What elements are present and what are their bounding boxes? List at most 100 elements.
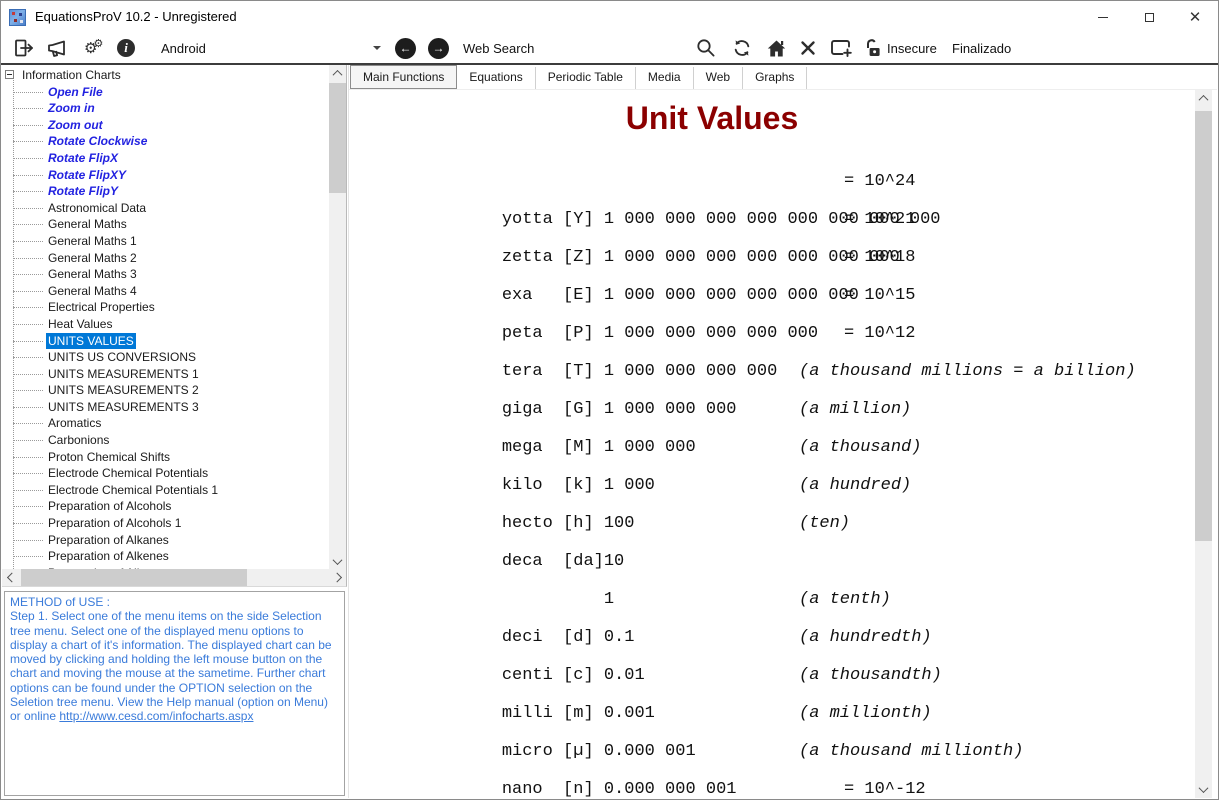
infocharts-link[interactable]: http://www.cesd.com/infocharts.aspx	[59, 709, 253, 723]
chevron-up-icon	[333, 70, 343, 80]
tree-item[interactable]: Aromatics	[2, 415, 329, 432]
tree-item[interactable]: Rotate FlipX	[2, 150, 329, 167]
tab[interactable]: Graphs	[743, 67, 807, 89]
settings-button[interactable]: ⚙⚙	[84, 37, 103, 59]
home-icon	[765, 37, 788, 60]
tree-rows: Information Charts Open File Zoom in Zoo…	[2, 65, 329, 569]
tree-root-item[interactable]: Information Charts	[2, 67, 329, 84]
tree-item[interactable]: Preparation of Alkanes	[2, 532, 329, 549]
scroll-down-button[interactable]	[1195, 781, 1212, 798]
tree-item[interactable]: Zoom in	[2, 100, 329, 117]
tree-item[interactable]: Preparation of Alcohols 1	[2, 515, 329, 532]
tree-item[interactable]: Electrode Chemical Potentials 1	[2, 482, 329, 499]
exit-icon	[13, 37, 35, 59]
tree-item[interactable]: Proton Chemical Shifts	[2, 449, 329, 466]
tree-item[interactable]: Electrical Properties	[2, 299, 329, 316]
scroll-down-button[interactable]	[329, 553, 346, 570]
tree-item-label: UNITS VALUES	[46, 333, 136, 350]
tree-vscroll-thumb[interactable]	[329, 83, 346, 193]
back-button[interactable]: ←	[395, 37, 416, 59]
maximize-button[interactable]	[1126, 1, 1172, 33]
tree-item-label: UNITS MEASUREMENTS 2	[46, 382, 201, 399]
forward-button[interactable]: →	[428, 37, 449, 59]
unit-row: deci [d] 0.1 (a tenth)	[359, 581, 1217, 619]
tree-item[interactable]: General Maths 4	[2, 283, 329, 300]
chevron-left-icon	[7, 573, 17, 583]
exit-button[interactable]	[13, 37, 35, 59]
new-tab-button[interactable]	[829, 37, 853, 59]
tree-item[interactable]: General Maths 1	[2, 233, 329, 250]
tree-item-label: Proton Chemical Shifts	[46, 449, 172, 466]
page-title: Unit Values	[349, 100, 1075, 137]
unit-row: pico [p] 0.000 000 000 001 = 10^-12	[359, 771, 1217, 798]
device-selector[interactable]: Android	[161, 37, 206, 59]
home-button[interactable]	[765, 37, 788, 59]
tree-item[interactable]: General Maths	[2, 216, 329, 233]
tree-item[interactable]: Rotate Clockwise	[2, 133, 329, 150]
tree-item-label: Carbonions	[46, 432, 111, 449]
web-search-label: Web Search	[463, 37, 534, 59]
scroll-up-button[interactable]	[1195, 90, 1212, 107]
tab[interactable]: Main Functions	[350, 65, 457, 89]
tree-item[interactable]: UNITS VALUES	[2, 333, 329, 350]
scroll-left-button[interactable]	[2, 569, 19, 586]
unit-row-note: (a millionth)	[799, 695, 932, 733]
security-button[interactable]	[861, 37, 885, 59]
chevron-up-icon	[1199, 95, 1209, 105]
tree-item[interactable]: Astronomical Data	[2, 200, 329, 217]
app-window: EquationsProV 10.2 - Unregistered ✕ ⚙⚙ i…	[0, 0, 1219, 800]
tree-item[interactable]: Open File	[2, 84, 329, 101]
tab[interactable]: Periodic Table	[536, 67, 636, 89]
tree-item-label: General Maths 4	[46, 283, 139, 300]
tree-item[interactable]: UNITS MEASUREMENTS 1	[2, 366, 329, 383]
tree-item[interactable]: Rotate FlipY	[2, 183, 329, 200]
search-button[interactable]	[695, 37, 717, 59]
unit-row: peta [P] 1 000 000 000 000 000 = 10^15	[359, 277, 1217, 315]
tree-item[interactable]: Electrode Chemical Potentials	[2, 465, 329, 482]
unit-row: nano [n] 0.000 000 001 (a thousand milli…	[359, 733, 1217, 771]
device-dropdown-button[interactable]	[373, 37, 381, 59]
tab[interactable]: Equations	[457, 67, 535, 89]
insecure-label: Insecure	[887, 37, 937, 59]
unit-row: micro [µ] 0.000 001 (a millionth)	[359, 695, 1217, 733]
scroll-right-button[interactable]	[330, 569, 347, 586]
stop-button[interactable]	[798, 37, 818, 59]
info-button[interactable]: i	[117, 37, 135, 59]
tree-horizontal-scrollbar[interactable]	[2, 569, 347, 586]
tree-item[interactable]: UNITS MEASUREMENTS 3	[2, 399, 329, 416]
unit-row: mega [M] 1 000 000 (a million)	[359, 391, 1217, 429]
unit-row-note: = 10^21	[844, 201, 915, 239]
tree-item[interactable]: Preparation of Alcohols	[2, 498, 329, 515]
content-vscroll-thumb[interactable]	[1195, 111, 1212, 541]
tree-item[interactable]: UNITS MEASUREMENTS 2	[2, 382, 329, 399]
unit-row-note: (a hundredth)	[799, 619, 932, 657]
minimize-icon	[1098, 17, 1108, 18]
tab[interactable]: Web	[694, 67, 743, 89]
tree-item[interactable]: General Maths 2	[2, 250, 329, 267]
tree-item[interactable]: Rotate FlipXY	[2, 167, 329, 184]
tree-item[interactable]: Carbonions	[2, 432, 329, 449]
minimize-button[interactable]	[1080, 1, 1126, 33]
announce-button[interactable]	[46, 37, 70, 59]
unit-row-note: (a million)	[799, 391, 911, 429]
tab[interactable]: Media	[636, 67, 694, 89]
tree-item[interactable]: UNITS US CONVERSIONS	[2, 349, 329, 366]
unit-row-note: (a hundred)	[799, 467, 911, 505]
app-icon	[9, 9, 26, 26]
collapse-icon[interactable]	[5, 70, 14, 79]
forward-icon: →	[428, 38, 449, 59]
tree-item-label: Preparation of Alkanes	[46, 532, 171, 549]
unit-row: milli [m] 0.001 (a thousandth)	[359, 657, 1217, 695]
refresh-button[interactable]	[731, 37, 753, 59]
tree-item[interactable]: Heat Values	[2, 316, 329, 333]
tree-vertical-scrollbar[interactable]	[329, 65, 346, 570]
tree-item[interactable]: General Maths 3	[2, 266, 329, 283]
tree-item[interactable]: Preparation of Alkenes	[2, 548, 329, 565]
close-button[interactable]: ✕	[1172, 1, 1218, 33]
scroll-up-button[interactable]	[329, 65, 346, 82]
tree-hscroll-thumb[interactable]	[21, 569, 247, 586]
content-vertical-scrollbar[interactable]	[1195, 90, 1212, 798]
tree-item[interactable]: Zoom out	[2, 117, 329, 134]
unit-row-note: (a thousand millions = a billion)	[799, 353, 1136, 391]
info-icon: i	[117, 39, 135, 57]
